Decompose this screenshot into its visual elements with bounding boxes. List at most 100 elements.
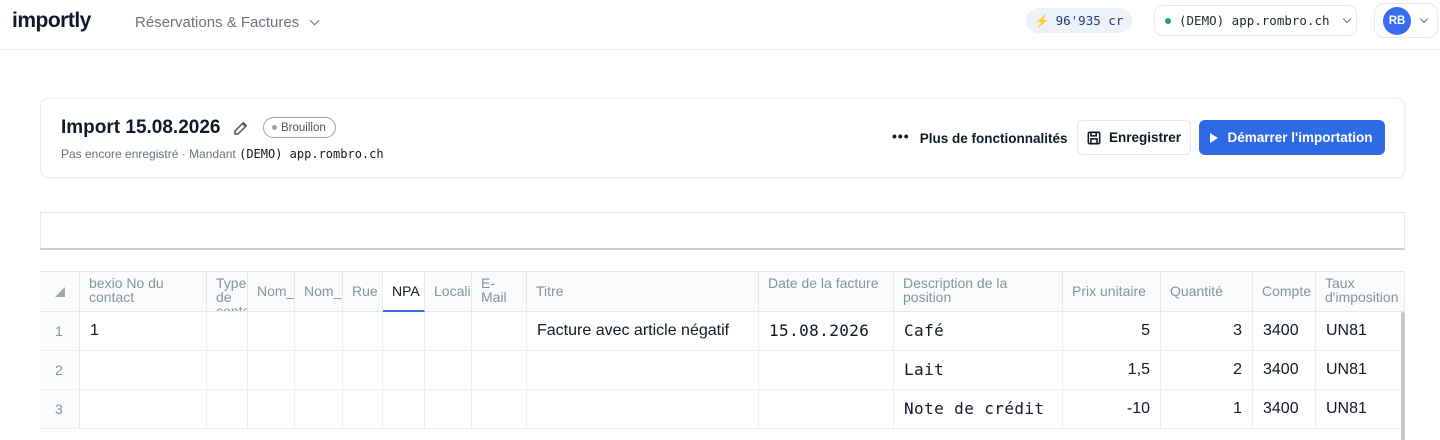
- more-features-button[interactable]: ••• Plus de fonctionnalités: [892, 125, 1068, 151]
- grid-cell[interactable]: Lait: [894, 351, 1063, 390]
- workspace-menu[interactable]: Réservations & Factures: [135, 12, 320, 32]
- app-logo[interactable]: importly: [12, 9, 91, 33]
- grid-cell[interactable]: [343, 312, 383, 351]
- grid-cell[interactable]: UN81: [1316, 390, 1405, 429]
- top-bar: importly Réservations & Factures ⚡ 96'93…: [0, 0, 1440, 50]
- select-all-icon: [55, 287, 65, 297]
- column-header[interactable]: E-Mail: [472, 272, 527, 312]
- grid-cell[interactable]: [248, 390, 295, 429]
- bolt-icon: ⚡: [1034, 13, 1050, 28]
- import-subtitle: Pas encore enregistré · Mandant (DEMO) a…: [61, 147, 384, 161]
- grid-cell[interactable]: [425, 312, 472, 351]
- grid-cell[interactable]: [248, 312, 295, 351]
- grid-cell[interactable]: -10: [1063, 390, 1161, 429]
- select-all-cell[interactable]: [40, 272, 80, 312]
- grid-cell[interactable]: [207, 312, 248, 351]
- column-header[interactable]: Nom_: [295, 272, 343, 312]
- grid-cell[interactable]: 15.08.2026: [759, 312, 894, 351]
- grid-cell[interactable]: 3400: [1253, 312, 1316, 351]
- data-grid: bexio No du contactType de contactNom_No…: [40, 271, 1405, 440]
- grid-cell[interactable]: Café: [894, 312, 1063, 351]
- start-import-button[interactable]: Démarrer l'importation: [1199, 120, 1385, 155]
- chevron-down-icon: [309, 15, 320, 25]
- row-header[interactable]: 3: [40, 390, 80, 429]
- grid-cell[interactable]: 3400: [1253, 390, 1316, 429]
- grid-cell[interactable]: [425, 351, 472, 390]
- grid-cell[interactable]: 3400: [1253, 351, 1316, 390]
- grid-cell[interactable]: UN81: [1316, 351, 1405, 390]
- column-header[interactable]: Rue: [343, 272, 383, 312]
- grid-cell[interactable]: [295, 351, 343, 390]
- formula-bar[interactable]: [40, 212, 1405, 250]
- grid-cell[interactable]: 5: [1063, 312, 1161, 351]
- grid-cell[interactable]: Facture avec article négatif: [527, 312, 759, 351]
- grid-cell[interactable]: [383, 312, 425, 351]
- grid-cell[interactable]: [207, 390, 248, 429]
- grid-cell[interactable]: [295, 390, 343, 429]
- column-header[interactable]: Taux d'imposition: [1316, 272, 1405, 312]
- column-header[interactable]: Prix unitaire: [1063, 272, 1161, 312]
- import-title: Import 15.08.2026: [61, 117, 221, 138]
- grid-cell[interactable]: [80, 390, 207, 429]
- import-header-card: Import 15.08.2026 Brouillon Pas encore e…: [40, 98, 1405, 178]
- tenant-name: (DEMO) app.rombro.ch: [1179, 13, 1330, 28]
- column-header[interactable]: Date de la facture: [759, 272, 894, 312]
- more-features-label: Plus de fonctionnalités: [919, 130, 1068, 146]
- column-header[interactable]: Quantité: [1161, 272, 1253, 312]
- grid-cell[interactable]: 1: [1161, 390, 1253, 429]
- grid-cell[interactable]: [383, 390, 425, 429]
- grid-cell[interactable]: [759, 390, 894, 429]
- column-header[interactable]: Titre: [527, 272, 759, 312]
- subtitle-text: Pas encore enregistré · Mandant: [61, 147, 240, 161]
- grid-cell[interactable]: [759, 351, 894, 390]
- grid-cell[interactable]: [472, 312, 527, 351]
- subtitle-tenant: (DEMO) app.rombro.ch: [239, 147, 384, 161]
- chevron-down-icon: [1419, 14, 1429, 24]
- credits-value: 96'935 cr: [1055, 13, 1124, 28]
- tenant-selector[interactable]: (DEMO) app.rombro.ch: [1154, 5, 1357, 36]
- save-button[interactable]: Enregistrer: [1077, 120, 1191, 155]
- credits-badge[interactable]: ⚡ 96'935 cr: [1026, 8, 1132, 33]
- grid-cell[interactable]: Note de crédit: [894, 390, 1063, 429]
- grid-cell[interactable]: [383, 351, 425, 390]
- avatar: RB: [1383, 7, 1411, 35]
- column-header[interactable]: NPA: [383, 272, 425, 312]
- column-header[interactable]: Locali: [425, 272, 472, 312]
- chevron-down-icon: [1342, 14, 1351, 23]
- grid-cell[interactable]: [425, 390, 472, 429]
- column-header[interactable]: Type de contact: [207, 272, 248, 312]
- row-header[interactable]: 1: [40, 312, 80, 351]
- grid-cell[interactable]: 2: [1161, 351, 1253, 390]
- grid-cell[interactable]: [472, 351, 527, 390]
- grid-cell[interactable]: 1: [80, 312, 207, 351]
- start-import-label: Démarrer l'importation: [1227, 130, 1373, 145]
- save-icon: [1087, 131, 1101, 144]
- status-badge: Brouillon: [263, 117, 336, 138]
- column-header[interactable]: bexio No du contact: [80, 272, 207, 312]
- status-dot-icon: [1165, 17, 1171, 24]
- column-header[interactable]: Description de la position: [894, 272, 1063, 312]
- pencil-icon[interactable]: [232, 119, 250, 137]
- column-header[interactable]: Compte: [1253, 272, 1316, 312]
- grid-cell[interactable]: [248, 351, 295, 390]
- save-button-label: Enregistrer: [1108, 130, 1182, 145]
- grid-cell[interactable]: [343, 390, 383, 429]
- grid-cell[interactable]: [527, 390, 759, 429]
- vertical-scrollbar[interactable]: [1401, 312, 1405, 440]
- grid-cell[interactable]: [472, 390, 527, 429]
- status-badge-label: Brouillon: [281, 121, 326, 134]
- column-header[interactable]: Nom_: [248, 272, 295, 312]
- grid-cell[interactable]: UN81: [1316, 312, 1405, 351]
- grid-cell[interactable]: [295, 312, 343, 351]
- grid-cell[interactable]: 1,5: [1063, 351, 1161, 390]
- user-menu[interactable]: RB: [1374, 3, 1438, 38]
- grid-cell[interactable]: [207, 351, 248, 390]
- grid-cell[interactable]: [80, 351, 207, 390]
- row-header[interactable]: 2: [40, 351, 80, 390]
- grid-cell[interactable]: [527, 351, 759, 390]
- grid-cell[interactable]: [343, 351, 383, 390]
- workspace-menu-label: Réservations & Factures: [135, 13, 300, 31]
- more-horizontal-icon: •••: [892, 128, 910, 144]
- grid-cell[interactable]: 3: [1161, 312, 1253, 351]
- play-icon: [1209, 132, 1218, 143]
